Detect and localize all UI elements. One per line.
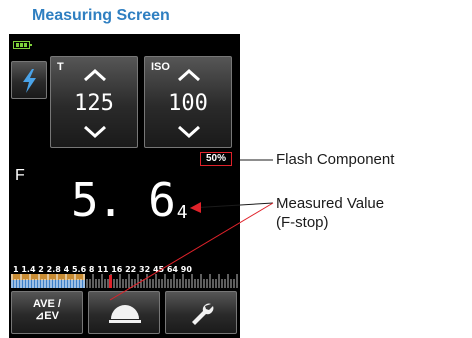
measured-callout-line1: Measured Value (276, 195, 385, 212)
callout-lines (109, 159, 274, 301)
measured-value-callout: Measured Value (F-stop) (276, 194, 456, 232)
flash-component-callout: Flash Component (276, 151, 395, 168)
measured-callout-line2: (F-stop) (276, 214, 329, 231)
